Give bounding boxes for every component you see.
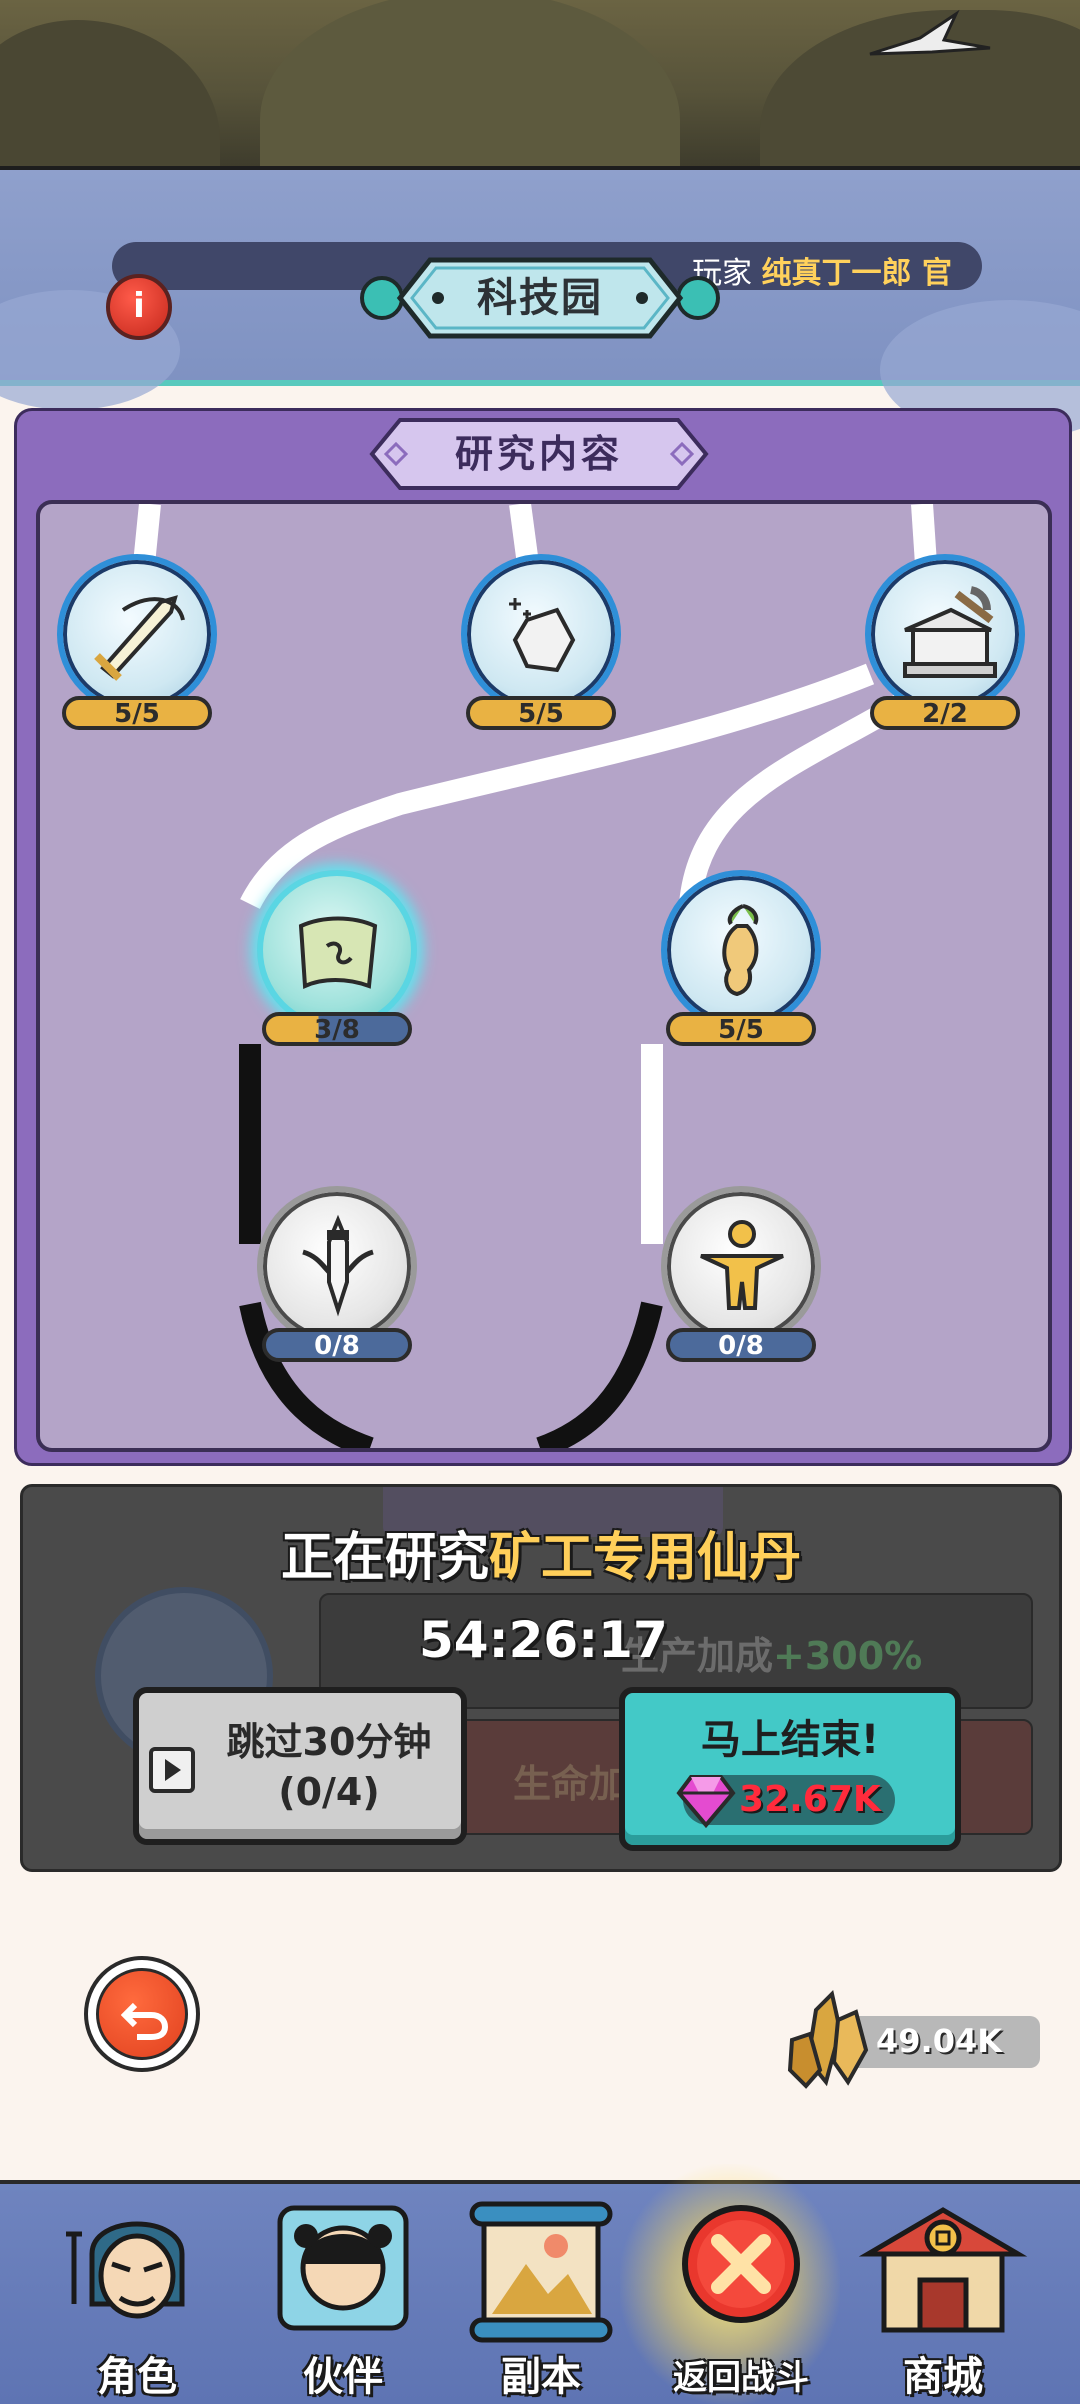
dagger-icon [302,1214,374,1317]
node-level: 0/8 [666,1328,816,1362]
info-button[interactable]: i [106,274,172,340]
nav-partner[interactable]: 伙伴 [248,2194,438,2400]
finish-cost: 32.67K [676,1775,895,1829]
return-arrow-icon [121,2002,169,2040]
character-icon [66,2221,185,2319]
nav-label: 角色 [97,2354,177,2400]
ginseng-icon [722,904,759,997]
crystal-amount: 49.04K [876,2022,1003,2060]
node-level: 5/5 [666,1012,816,1046]
video-ad-icon [149,1747,195,1793]
research-title-text: 研究内容 [454,432,623,476]
nav-return-battle[interactable]: 返回战斗 [646,2194,836,2398]
shop-icon [858,2207,1028,2333]
finish-now-button[interactable]: 马上结束! 32.67K [619,1687,961,1851]
nav-label: 返回战斗 [673,2358,809,2398]
crane-icon [869,9,991,56]
pickaxe-temple-icon [903,586,997,678]
nav-shop[interactable]: 商城 [848,2194,1038,2400]
node-level: 3/8 [262,1012,412,1046]
finish-label: 马上结束! [700,1717,880,1763]
player-name: 纯真丁一郎 官 [761,256,952,291]
research-node-scroll[interactable]: 3/8 [252,870,422,1070]
header: 玩家 纯真丁一郎 官 i 科技园 [0,170,1080,440]
bottom-nav: 角色 伙伴 副本 返回战斗 商城 [0,2164,1080,2404]
back-button[interactable] [84,1956,200,2072]
nav-dungeon[interactable]: 副本 [446,2194,636,2400]
ore-icon [509,598,576,673]
dungeon-scroll-icon [469,2201,613,2343]
crystal-icon [787,1990,869,2089]
research-node-golden-body[interactable]: 0/8 [656,1186,826,1386]
research-node-ginseng[interactable]: 5/5 [656,870,826,1070]
page-title: 科技园 [477,275,603,321]
nav-label: 商城 [903,2354,983,2400]
partner-icon [277,2205,409,2331]
nav-label: 副本 [501,2354,581,2400]
close-x-icon [682,2205,800,2323]
research-node-mine-temple[interactable]: 2/2 [860,554,1030,754]
scroll-icon [298,916,378,989]
research-timer: 54:26:17 [419,1611,668,1669]
research-node-dagger[interactable]: 0/8 [252,1186,422,1386]
nav-label: 伙伴 [303,2354,383,2400]
skip-30min-button[interactable]: 跳过30分钟 (0/4) [133,1687,467,1845]
nav-character[interactable]: 角色 [42,2194,232,2400]
node-level: 2/2 [870,696,1020,730]
info-icon: i [133,286,145,326]
skip-label: 跳过30分钟 [226,1720,432,1764]
background-scenery [0,0,1080,168]
skip-count: (0/4) [278,1770,380,1814]
golden-body-icon [700,1220,784,1310]
node-level: 5/5 [62,696,212,730]
research-node-sword[interactable]: 5/5 [52,554,222,754]
page-title-plate: 科技园 [360,254,720,342]
sword-icon [94,595,185,681]
node-level: 0/8 [262,1328,412,1362]
node-level: 5/5 [466,696,616,730]
research-status-panel: 生产加成+300% 生命加 正在研究矿工专用仙丹 54:26:17 跳过30分钟… [20,1484,1062,1872]
research-panel-title: 研究内容 [364,416,714,492]
researching-label: 正在研究矿工专用仙丹 [280,1528,802,1588]
effect-health: 生命加 [513,1762,628,1806]
finish-cost-value: 32.67K [739,1779,881,1820]
gem-icon [676,1775,736,1829]
research-node-ore[interactable]: 5/5 [456,554,626,754]
